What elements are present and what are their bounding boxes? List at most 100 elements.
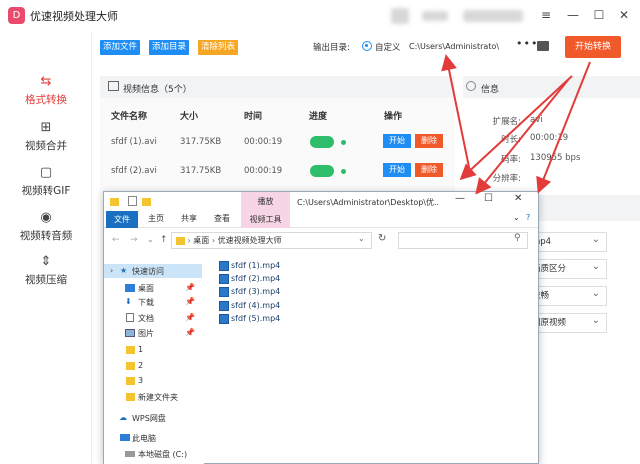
info-icon [466,81,476,91]
video-file-icon [219,314,229,324]
nav-documents[interactable]: 文档 [138,313,154,324]
pin-icon: 📌 [185,297,195,306]
nav-folder-3[interactable]: 3 [138,376,143,385]
sidebar-item-gif[interactable]: ▢ 视频转GIF [0,165,92,198]
cloud-icon: ☁ [119,413,127,422]
refresh-icon[interactable]: ↻ [378,233,386,244]
explorer-ribbon [104,212,538,228]
explorer-close-button[interactable]: ✕ [514,193,522,204]
format-select[interactable]: mp4 [527,231,607,252]
help-icon[interactable]: ? [526,213,530,222]
start-convert-button[interactable]: 开始转换 [565,36,621,58]
nav-local-disk[interactable]: 本地磁盘 (C:) [138,449,187,460]
folder-icon [126,393,135,401]
file-item[interactable]: sfdf (3).mp4 [231,287,280,296]
breadcrumb-desktop[interactable]: 桌面 [193,236,209,245]
pin-icon: 📌 [185,283,195,292]
custom-radio[interactable] [362,41,372,51]
resolution-select[interactable]: 同原视频 [527,312,607,333]
output-path-field[interactable]: C:\Users\Administrato\ [409,39,509,54]
column-header-name: 文件名称 [111,112,148,122]
add-file-button[interactable]: 添加文件 [100,40,141,55]
folder-icon [110,198,119,206]
minimize-button[interactable]: — [563,6,583,24]
info-value: 00:00:19 [530,133,569,143]
nav-new-folder[interactable]: 新建文件夹 [138,392,178,403]
nav-downloads[interactable]: 下载 [138,297,154,308]
clarity-select[interactable]: 流畅 [527,285,607,306]
info-value: 130955 bps [530,153,581,163]
back-icon[interactable]: ← [112,235,120,245]
info-label: 时长: [501,135,521,145]
star-icon: ★ [120,266,128,275]
maximize-button[interactable]: ☐ [589,6,609,24]
progress-toggle [310,136,334,148]
row-start-button[interactable]: 开始 [383,134,411,148]
nav-folder-2[interactable]: 2 [138,361,143,370]
explorer-minimize-button[interactable]: — [455,193,465,204]
column-header-action: 操作 [384,112,403,122]
file-item[interactable]: sfdf (5).mp4 [231,314,280,323]
sidebar-item-label: 视频压缩 [25,274,67,286]
nav-pictures[interactable]: 图片 [138,328,154,339]
video-file-icon [219,301,229,311]
breadcrumb-folder[interactable]: 优速视频处理大师 [218,236,282,245]
more-options-button[interactable]: ••• [516,37,538,50]
search-icon: ⚲ [514,233,521,243]
ribbon-tab-home[interactable]: 主页 [148,213,164,224]
chevron-down-icon[interactable]: ⌄ [513,213,520,222]
nav-desktop[interactable]: 桌面 [138,283,154,294]
folder-icon[interactable] [537,41,549,51]
video-list-title: 视频信息（5个） [123,85,192,95]
sidebar-item-audio[interactable]: ◉ 视频转音频 [0,210,92,243]
nav-wps-drive[interactable]: WPS网盘 [132,413,166,424]
add-directory-button[interactable]: 添加目录 [149,40,190,55]
forward-icon[interactable]: → [130,235,138,245]
explorer-address-bar[interactable]: › 桌面 › 优速视频处理大师 [171,232,372,249]
address-dropdown-icon[interactable]: ⌄ [358,234,365,243]
nav-quick-access[interactable]: 快速访问 [132,266,164,277]
clear-list-button[interactable]: 清除列表 [198,40,239,55]
ribbon-tab-share[interactable]: 共享 [181,213,197,224]
ribbon-tab-video-tools[interactable]: 视频工具 [241,212,290,228]
pin-icon: 📌 [185,313,195,322]
ribbon-tab-file[interactable]: 文件 [106,211,138,228]
properties-icon[interactable] [128,196,137,206]
username-blur [422,11,448,21]
row-delete-button[interactable]: 删除 [415,163,443,177]
ribbon-tab-view[interactable]: 查看 [214,213,230,224]
info-value: avi [530,115,543,125]
explorer-maximize-button[interactable]: ☐ [484,193,493,204]
progress-toggle [310,165,334,177]
explorer-search-input[interactable] [398,232,528,249]
sidebar-item-merge[interactable]: ⊞ 视频合并 [0,120,92,153]
info-title: 信息 [481,85,500,95]
file-item[interactable]: sfdf (4).mp4 [231,301,280,310]
row-delete-button[interactable]: 删除 [415,134,443,148]
sidebar-item-compress[interactable]: ⇕ 视频压缩 [0,254,92,287]
video-file-icon [219,274,229,284]
sidebar-item-format-convert[interactable]: ⇆ 格式转换 [0,74,92,107]
row-file-name: sfdf (2).avi [111,166,157,176]
menu-icon[interactable]: ≡ [536,6,556,24]
info-label: 分辨率: [492,174,521,184]
recent-chevron-icon[interactable]: ⌄ [147,235,154,244]
output-dir-label: 输出目录: [313,43,350,53]
nav-this-pc[interactable]: 此电脑 [132,433,156,444]
video-icon [108,81,119,91]
explorer-path-title: C:\Users\Administrator\Desktop\优... [297,198,439,207]
nav-folder-1[interactable]: 1 [138,345,143,354]
quality-select[interactable]: 画质区分 [527,258,607,279]
file-item[interactable]: sfdf (1).mp4 [231,261,280,270]
download-icon: ⬇ [125,297,132,306]
play-tab[interactable]: 播放 [241,192,290,212]
row-start-button[interactable]: 开始 [383,163,411,177]
close-button[interactable]: ✕ [614,6,634,24]
new-folder-icon[interactable] [142,198,151,206]
expand-icon[interactable]: › [110,266,113,275]
compress-icon: ⇕ [40,254,52,269]
document-icon [126,313,134,322]
file-item[interactable]: sfdf (2).mp4 [231,274,280,283]
row-file-time: 00:00:19 [244,166,283,176]
up-icon[interactable]: ↑ [160,235,168,245]
